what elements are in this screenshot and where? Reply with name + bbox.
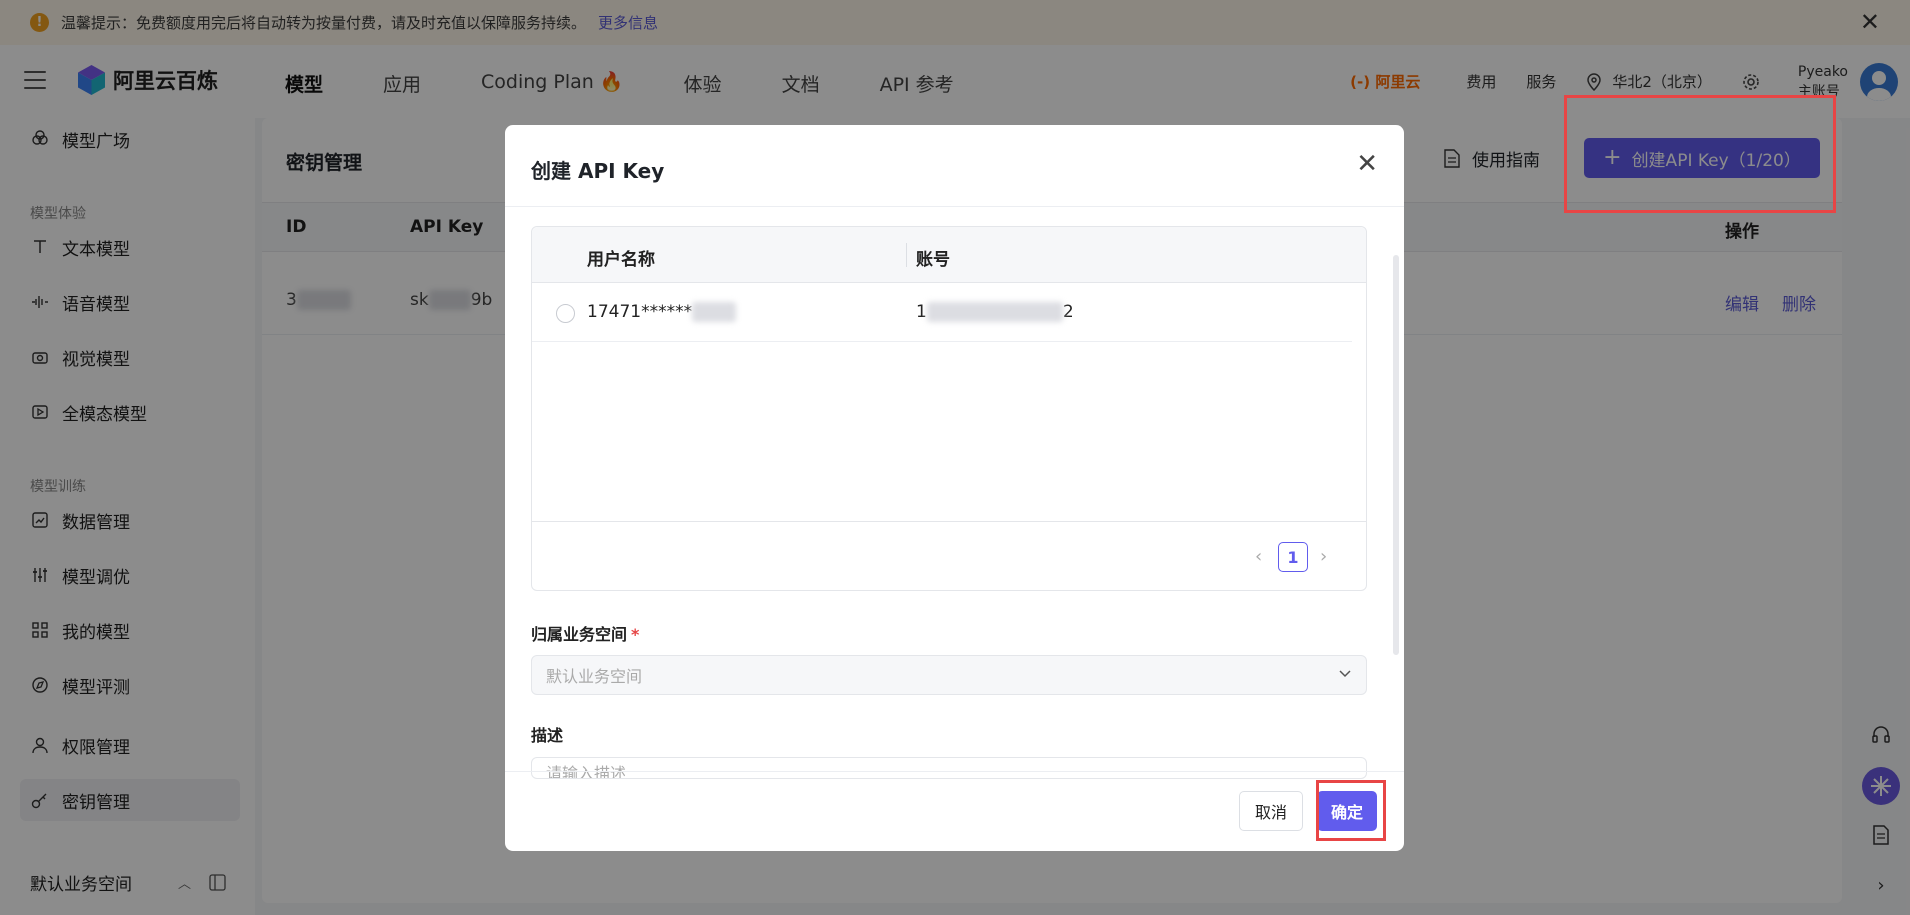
col-account: 账号 <box>916 250 950 270</box>
table-row[interactable]: 17471****** 12 <box>532 284 1352 342</box>
description-field-label: 描述 <box>531 726 564 745</box>
row-account-suffix: 2 <box>1062 302 1074 322</box>
close-icon[interactable]: ✕ <box>1356 149 1378 179</box>
row-account-prefix: 1 <box>916 302 927 322</box>
row-username: 17471****** <box>587 302 737 322</box>
chevron-down-icon <box>1339 670 1351 678</box>
pagination: ‹ 1 › <box>532 521 1366 591</box>
workspace-select-value: 默认业务空间 <box>546 667 643 686</box>
user-table-header: 用户名称 账号 <box>532 227 1366 283</box>
dialog-divider <box>505 206 1404 207</box>
page-current[interactable]: 1 <box>1278 542 1308 572</box>
row-radio[interactable] <box>556 304 575 323</box>
row-account: 12 <box>916 302 1074 322</box>
required-mark: * <box>631 625 640 644</box>
dialog-scrollbar[interactable] <box>1393 255 1399 655</box>
workspace-select[interactable]: 默认业务空间 <box>531 655 1367 695</box>
col-username: 用户名称 <box>587 250 655 270</box>
workspace-field-label: 归属业务空间 * <box>531 621 639 645</box>
description-input[interactable]: 请输入描述 <box>531 757 1367 779</box>
prev-page-icon[interactable]: ‹ <box>1255 546 1262 567</box>
row-username-text: 17471****** <box>587 302 693 322</box>
redacted-blur <box>692 302 737 322</box>
footer-divider <box>505 771 1404 772</box>
user-table: 用户名称 账号 17471****** 12 ‹ 1 › <box>531 226 1367 591</box>
dialog-title: 创建 API Key <box>531 159 665 183</box>
column-separator <box>906 243 907 267</box>
next-page-icon[interactable]: › <box>1320 546 1327 567</box>
workspace-label-text: 归属业务空间 <box>531 625 628 644</box>
create-api-key-dialog: 创建 API Key ✕ 用户名称 账号 17471****** 12 ‹ 1 … <box>505 125 1404 851</box>
confirm-button[interactable]: 确定 <box>1317 791 1377 831</box>
cancel-button[interactable]: 取消 <box>1239 791 1303 831</box>
redacted-blur <box>926 302 1063 322</box>
